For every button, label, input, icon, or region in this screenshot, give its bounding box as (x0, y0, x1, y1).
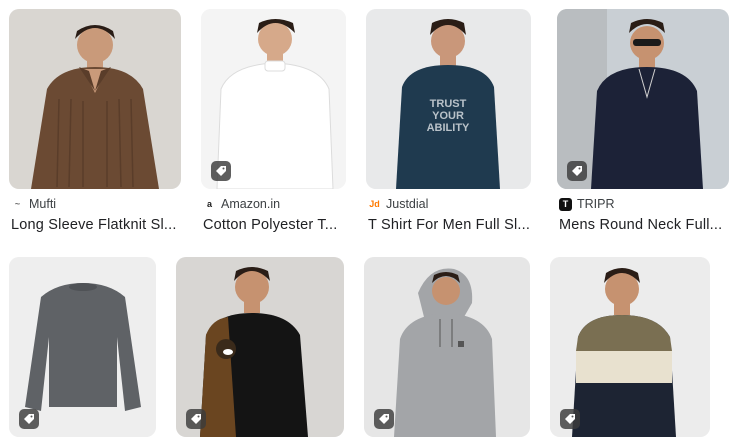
product-image[interactable] (550, 257, 710, 437)
svg-text:ABILITY: ABILITY (427, 122, 470, 134)
product-image[interactable]: TRUST YOUR ABILITY (366, 9, 531, 189)
source-label: Justdial (386, 197, 429, 211)
product-image[interactable] (9, 9, 181, 189)
product-image[interactable] (557, 9, 729, 189)
shirt-image (9, 9, 181, 189)
source-label: Amazon.in (221, 197, 281, 211)
tag-icon[interactable] (211, 161, 231, 181)
result-source[interactable]: ~ Mufti (11, 197, 56, 211)
product-image[interactable] (364, 257, 530, 437)
result-source[interactable]: Jd Justdial (368, 197, 428, 211)
result-title[interactable]: Mens Round Neck Full... (559, 217, 729, 233)
product-image[interactable] (9, 257, 156, 437)
result-source[interactable]: a Amazon.in (203, 197, 280, 211)
justdial-icon: Jd (369, 199, 380, 209)
shirt-image: TRUST YOUR ABILITY (366, 9, 531, 189)
result-title[interactable]: Cotton Polyester T... (203, 217, 353, 233)
tag-icon[interactable] (374, 409, 394, 429)
source-label: TRIPR (577, 197, 615, 211)
tripr-icon: T (559, 197, 572, 211)
mufti-wave-icon: ~ (14, 199, 21, 209)
result-source[interactable]: T TRIPR (559, 197, 615, 211)
svg-text:TRUST: TRUST (430, 98, 467, 110)
result-title[interactable]: T Shirt For Men Full Sl... (368, 217, 538, 233)
product-image[interactable] (201, 9, 346, 189)
svg-text:YOUR: YOUR (432, 110, 464, 122)
source-label: Mufti (29, 197, 57, 211)
tag-icon[interactable] (186, 409, 206, 429)
amazon-icon: a (206, 199, 212, 209)
result-title[interactable]: Long Sleeve Flatknit Sl... (11, 217, 189, 233)
tag-icon[interactable] (567, 161, 587, 181)
tag-icon[interactable] (560, 409, 580, 429)
product-image[interactable] (176, 257, 344, 437)
tag-icon[interactable] (19, 409, 39, 429)
